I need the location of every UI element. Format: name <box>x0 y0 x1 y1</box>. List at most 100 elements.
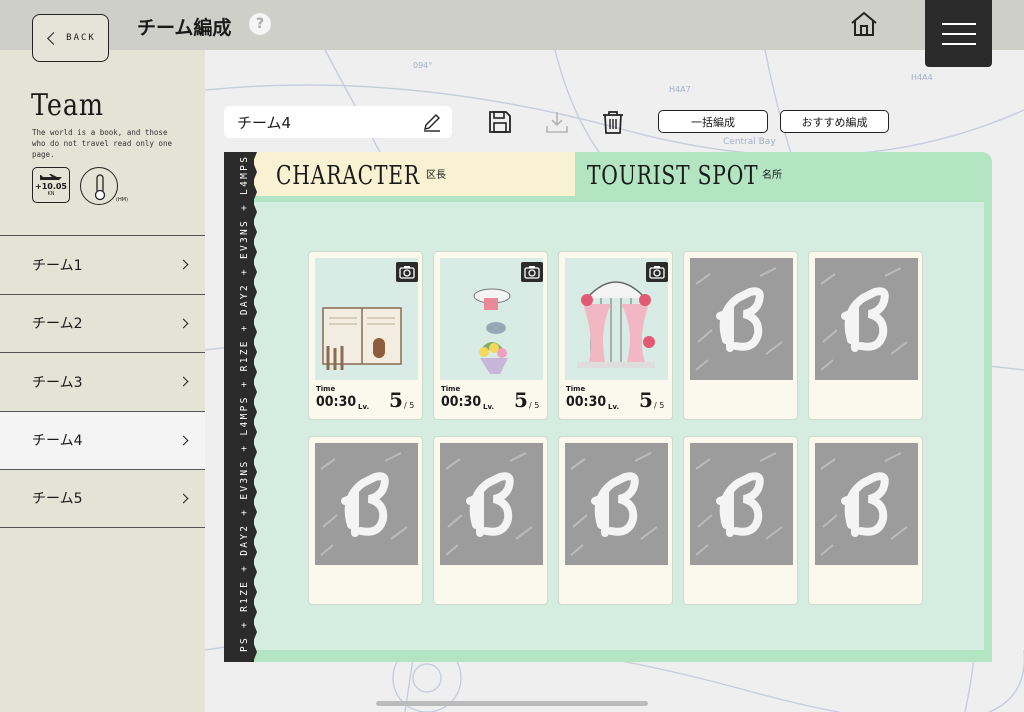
camera-icon[interactable] <box>521 262 543 282</box>
download-icon[interactable] <box>543 108 571 136</box>
time-value: 00:30 <box>566 394 607 410</box>
empty-slot-image <box>815 443 918 565</box>
empty-card-slot[interactable] <box>558 436 673 605</box>
chevron-right-icon <box>178 318 189 329</box>
level-value: 5 <box>389 388 403 412</box>
team-name-value: チーム4 <box>237 113 292 132</box>
trash-icon[interactable] <box>599 108 627 136</box>
camera-icon[interactable] <box>646 262 668 282</box>
time-value: 00:30 <box>441 394 482 410</box>
tab-tourist-spot-sublabel: 名所 <box>762 170 782 181</box>
formation-board: CHARACTER 区長 TOURIST SPOT 名所 PS + R1ZE +… <box>224 152 992 662</box>
team-list: チーム1 チーム2 チーム3 チーム4 チーム5 <box>0 235 205 528</box>
team-item-label: チーム4 <box>32 433 83 450</box>
placeholder-logo-icon <box>695 452 783 556</box>
tab-tourist-spot-label: TOURIST SPOT <box>587 161 759 191</box>
team-name-field[interactable]: チーム4 <box>224 106 452 138</box>
level-max: / 5 <box>529 401 540 410</box>
back-button[interactable]: BACK <box>32 14 109 62</box>
empty-slot-image <box>315 443 418 565</box>
level-value: 5 <box>514 388 528 412</box>
spot-card[interactable]: Time 00:30 Lv. 5/ 5 <box>308 251 423 420</box>
spot-card[interactable]: Time 00:30 Lv. 5/ 5 <box>558 251 673 420</box>
map-label-bay: Central Bay <box>723 137 776 147</box>
spot-card-stats: Time 00:30 Lv. 5/ 5 <box>316 385 416 415</box>
map-label-road: H4A7 <box>669 85 691 94</box>
camera-icon[interactable] <box>396 262 418 282</box>
level-label: Lv. <box>483 403 495 411</box>
menu-line <box>941 32 976 35</box>
badge-value: +10.05 <box>34 182 67 191</box>
level-value: 5 <box>639 388 653 412</box>
hamburger-menu-button[interactable] <box>925 0 992 67</box>
empty-card-slot[interactable] <box>308 436 423 605</box>
team-item-3[interactable]: チーム3 <box>0 352 205 411</box>
home-indicator <box>376 701 648 706</box>
team-item-1[interactable]: チーム1 <box>0 235 205 294</box>
time-label: Time <box>566 385 586 393</box>
pencil-icon[interactable] <box>422 112 442 132</box>
back-button-label: BACK <box>66 33 96 43</box>
chevron-right-icon <box>178 259 189 270</box>
top-bar: チーム編成 ? <box>0 0 1024 50</box>
placeholder-logo-icon <box>320 452 408 556</box>
empty-slot-image <box>815 258 918 380</box>
placeholder-logo-icon <box>570 452 658 556</box>
team-item-label: チーム2 <box>32 316 83 333</box>
thermometer-unit: (HM) <box>116 197 128 203</box>
map-label-road: 094° <box>413 61 432 70</box>
placeholder-logo-icon <box>695 267 783 371</box>
save-icon[interactable] <box>486 108 514 136</box>
thermometer-badge <box>80 167 118 205</box>
empty-card-slot[interactable] <box>433 436 548 605</box>
spot-card[interactable]: Time 00:30 Lv. 5/ 5 <box>433 251 548 420</box>
chevron-right-icon <box>178 435 189 446</box>
airplane-icon <box>40 174 62 180</box>
tab-tourist-spot[interactable]: TOURIST SPOT 名所 <box>575 152 992 196</box>
recommended-formation-button[interactable]: おすすめ編成 <box>780 110 889 133</box>
time-value: 00:30 <box>316 394 357 410</box>
thermometer-icon <box>94 174 106 201</box>
time-label: Time <box>316 385 336 393</box>
ticker-text: PS + R1ZE + DAY2 + EV3NS + L4MPS + R1ZE … <box>239 152 250 652</box>
empty-slot-image <box>690 258 793 380</box>
bulk-formation-button[interactable]: 一括編成 <box>658 110 768 133</box>
chevron-left-icon <box>47 31 61 45</box>
wind-speed-badge: +10.05 KN <box>32 167 70 203</box>
empty-slot-image <box>565 443 668 565</box>
empty-card-slot[interactable] <box>683 251 798 420</box>
tab-character-sublabel: 区長 <box>426 170 446 181</box>
team-item-label: チーム3 <box>32 374 83 391</box>
badge-unit: KN <box>47 191 55 197</box>
level-max: / 5 <box>654 401 665 410</box>
sidebar: Team The world is a book, and those who … <box>0 50 205 712</box>
chevron-right-icon <box>178 493 189 504</box>
home-icon[interactable] <box>849 10 879 38</box>
level-label: Lv. <box>608 403 620 411</box>
tab-character[interactable]: CHARACTER 区長 <box>254 152 575 196</box>
empty-card-slot[interactable] <box>808 436 923 605</box>
spot-card-stats: Time 00:30 Lv. 5/ 5 <box>566 385 666 415</box>
team-item-2[interactable]: チーム2 <box>0 293 205 353</box>
team-item-label: チーム5 <box>32 491 83 508</box>
ticker-strip: PS + R1ZE + DAY2 + EV3NS + L4MPS + R1ZE … <box>224 152 254 662</box>
menu-line <box>941 22 976 25</box>
placeholder-logo-icon <box>445 452 533 556</box>
map-label-road: H4A4 <box>911 73 933 82</box>
empty-slot-image <box>690 443 793 565</box>
placeholder-logo-icon <box>820 452 908 556</box>
time-label: Time <box>441 385 461 393</box>
help-icon[interactable]: ? <box>249 13 271 35</box>
tab-character-label: CHARACTER <box>276 161 420 191</box>
spot-card-stats: Time 00:30 Lv. 5/ 5 <box>441 385 541 415</box>
sidebar-title: Team <box>31 88 104 123</box>
menu-line <box>941 42 976 45</box>
empty-card-slot[interactable] <box>683 436 798 605</box>
empty-card-slot[interactable] <box>808 251 923 420</box>
page-title: チーム編成 <box>137 17 232 39</box>
ticker-zigzag-edge <box>251 152 257 662</box>
team-item-5[interactable]: チーム5 <box>0 469 205 528</box>
placeholder-logo-icon <box>820 267 908 371</box>
team-item-4[interactable]: チーム4 <box>0 410 205 469</box>
level-label: Lv. <box>358 403 370 411</box>
